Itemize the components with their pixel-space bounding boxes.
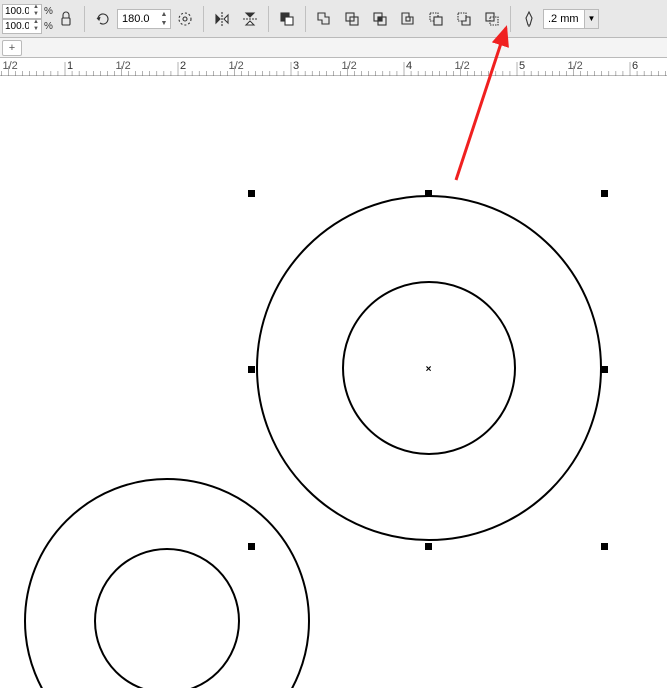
outline-pen-button[interactable] — [516, 6, 542, 32]
svg-text:4: 4 — [406, 60, 412, 72]
scale-spinner-pair: ▲ ▼ % ▲ ▼ % — [2, 4, 50, 34]
rotation-spinner[interactable]: ▲ ▼ — [158, 10, 170, 28]
front-minus-back-button[interactable] — [423, 6, 449, 32]
separator — [510, 6, 511, 32]
ruler-ticks: 1/2 1 1/2 2 1/2 3 1/2 4 1/2 5 1/2 6 — [0, 58, 667, 76]
svg-text:1/2: 1/2 — [229, 60, 244, 72]
back-minus-front-button[interactable] — [451, 6, 477, 32]
selection-center[interactable]: × — [425, 366, 432, 373]
svg-text:2: 2 — [180, 60, 186, 72]
up-arrow-icon[interactable]: ▲ — [158, 10, 170, 19]
separator — [268, 6, 269, 32]
create-boundary-button[interactable] — [479, 6, 505, 32]
rotation-center-button[interactable] — [172, 6, 198, 32]
scale-y-input[interactable] — [3, 20, 31, 33]
selection-handle[interactable] — [601, 190, 608, 197]
rotation-input[interactable] — [118, 10, 158, 28]
separator — [84, 6, 85, 32]
outer-circle-2[interactable] — [25, 479, 309, 688]
svg-text:5: 5 — [519, 60, 525, 72]
mirror-horizontal-button[interactable] — [209, 6, 235, 32]
selection-handle[interactable] — [425, 190, 432, 197]
intersect-button[interactable] — [367, 6, 393, 32]
scale-y-unit: % — [44, 21, 53, 32]
page-tab-bar: + — [0, 38, 667, 58]
add-page-button[interactable]: + — [2, 40, 22, 56]
down-arrow-icon[interactable]: ▼ — [31, 11, 41, 18]
selection-handle[interactable] — [601, 366, 608, 373]
scale-x-spinner[interactable]: ▲ ▼ — [31, 5, 41, 18]
svg-text:1: 1 — [67, 60, 73, 72]
simplify-button[interactable] — [395, 6, 421, 32]
svg-text:1/2: 1/2 — [455, 60, 470, 72]
separator — [305, 6, 306, 32]
scale-x-unit: % — [44, 6, 53, 17]
selection-handle[interactable] — [248, 543, 255, 550]
down-arrow-icon[interactable]: ▼ — [158, 19, 170, 28]
svg-text:3: 3 — [293, 60, 299, 72]
canvas-svg — [0, 76, 667, 688]
selection-handle[interactable] — [601, 543, 608, 550]
outline-width-dropdown[interactable]: ▼ — [585, 9, 599, 29]
selection-handle[interactable] — [248, 190, 255, 197]
down-arrow-icon[interactable]: ▼ — [31, 26, 41, 33]
svg-text:1/2: 1/2 — [568, 60, 583, 72]
svg-text:1/2: 1/2 — [3, 60, 18, 72]
separator — [203, 6, 204, 32]
outline-width-field[interactable] — [543, 9, 585, 29]
svg-text:1/2: 1/2 — [116, 60, 131, 72]
outline-width-input[interactable] — [544, 10, 584, 28]
weld-button[interactable] — [311, 6, 337, 32]
rotation-reset-button[interactable] — [90, 6, 116, 32]
svg-text:1/2: 1/2 — [342, 60, 357, 72]
ruler-horizontal[interactable]: 1/2 1 1/2 2 1/2 3 1/2 4 1/2 5 1/2 6 — [0, 58, 667, 76]
property-toolbar: ▲ ▼ % ▲ ▼ % ▲ ▼ — [0, 0, 667, 38]
plus-icon: + — [9, 42, 15, 54]
mirror-vertical-button[interactable] — [237, 6, 263, 32]
inner-circle-2[interactable] — [95, 549, 239, 688]
trim-button[interactable] — [339, 6, 365, 32]
selection-handle[interactable] — [425, 543, 432, 550]
lock-ratio-button[interactable] — [53, 6, 79, 32]
order-button[interactable] — [274, 6, 300, 32]
scale-x-field[interactable]: ▲ ▼ — [2, 4, 42, 19]
scale-y-field[interactable]: ▲ ▼ — [2, 19, 42, 34]
selection-handle[interactable] — [248, 366, 255, 373]
scale-x-input[interactable] — [3, 5, 31, 18]
scale-y-spinner[interactable]: ▲ ▼ — [31, 20, 41, 33]
rotation-field[interactable]: ▲ ▼ — [117, 9, 171, 29]
drawing-canvas[interactable]: × — [0, 76, 667, 688]
svg-text:6: 6 — [632, 60, 638, 72]
